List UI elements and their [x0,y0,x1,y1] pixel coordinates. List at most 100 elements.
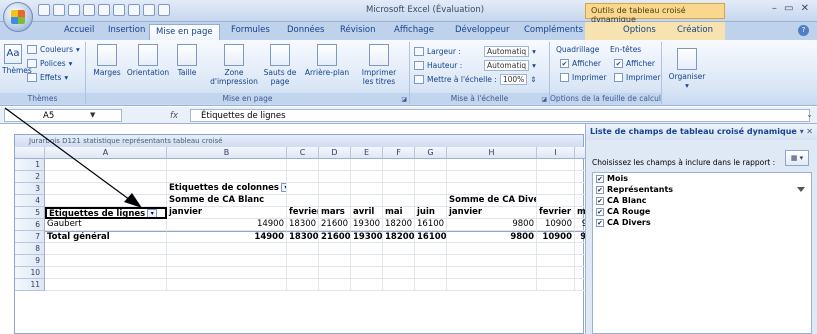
pane-controls[interactable]: ▾ ✕ [800,127,813,136]
width-select[interactable]: Automatiq [484,46,530,57]
cell-e9[interactable] [351,255,383,267]
cell-d1[interactable] [319,159,351,171]
cell-d4[interactable] [319,195,351,207]
gridlines-print-checkbox[interactable] [560,73,569,82]
row-header-11[interactable]: 11 [15,279,45,291]
row-header-2[interactable]: 2 [15,171,45,183]
cell-h7[interactable]: 9800 [447,231,537,243]
cell-i7[interactable]: 10900 [537,231,575,243]
cell-e8[interactable] [351,243,383,255]
column-header-f[interactable]: F [383,147,415,159]
filter-dropdown-icon[interactable]: ▾ [147,209,158,217]
margins-button[interactable]: Marges [92,44,122,77]
row-header-10[interactable]: 10 [15,267,45,279]
row-header-3[interactable]: 3 [15,183,45,195]
cell-a1[interactable] [45,159,167,171]
preview-icon[interactable] [98,4,110,16]
field-checkbox[interactable]: ✔ [596,185,604,194]
cell-i2[interactable] [537,171,575,183]
tab-donnees[interactable]: Données [287,25,324,35]
row-header-9[interactable]: 9 [15,255,45,267]
redo-icon[interactable] [128,4,140,16]
layout-button[interactable]: ▦ ▾ [785,150,809,166]
tab-creation[interactable]: Création [677,25,713,35]
cell-e7[interactable]: 19300 [351,231,383,243]
cell-c11[interactable] [287,279,319,291]
cell-f9[interactable] [383,255,415,267]
cell-h10[interactable] [447,267,537,279]
cell-d7[interactable]: 21600 [319,231,351,243]
cell-g4[interactable] [415,195,447,207]
cell-a8[interactable] [45,243,167,255]
tab-options[interactable]: Options [623,25,656,35]
cell-h5[interactable]: janvier [447,207,537,219]
cell-i4[interactable] [537,195,575,207]
open-icon[interactable] [53,4,65,16]
field-ca-blanc[interactable]: ✔ CA Blanc [593,195,811,206]
help-icon[interactable]: ? [798,25,809,36]
column-header-d[interactable]: D [319,147,351,159]
row-header-4[interactable]: 4 [15,195,45,207]
cell-f8[interactable] [383,243,415,255]
theme-effects-button[interactable]: Effets ▾ [27,73,68,82]
cell-a7[interactable]: Total général [45,231,167,243]
headings-print-checkbox[interactable] [614,73,623,82]
cell-c8[interactable] [287,243,319,255]
window-controls[interactable]: – ▭ ✕ [772,3,811,14]
column-header-c[interactable]: C [287,147,319,159]
cell-h1[interactable] [447,159,537,171]
cell-e2[interactable] [351,171,383,183]
height-select[interactable]: Automatiq [484,60,530,71]
row-header-7[interactable]: 7 [15,231,45,243]
cell-f7[interactable]: 18200 [383,231,415,243]
cell-f5[interactable]: mai [383,207,415,219]
save-icon[interactable] [68,4,80,16]
cell-d3[interactable] [319,183,351,195]
cell-a4[interactable] [45,195,167,207]
tab-complements[interactable]: Compléments [524,25,583,35]
cell-b1[interactable] [167,159,287,171]
cell-d2[interactable] [319,171,351,183]
field-representants[interactable]: ✔ Représentants [593,184,811,195]
print-icon[interactable] [83,4,95,16]
cell-c6[interactable]: 18300 [287,219,319,231]
column-header-g[interactable]: G [415,147,447,159]
theme-fonts-button[interactable]: Polices ▾ [27,59,72,68]
office-button[interactable] [3,2,33,32]
size-button[interactable]: Taille [174,44,200,77]
cell-b2[interactable] [167,171,287,183]
cell-c2[interactable] [287,171,319,183]
tab-revision[interactable]: Révision [340,25,376,35]
cell-b8[interactable] [167,243,287,255]
field-checkbox[interactable]: ✔ [596,207,604,216]
tab-affichage[interactable]: Affichage [394,25,434,35]
cell-b7[interactable]: 14900 [167,231,287,243]
cell-d5[interactable]: mars [319,207,351,219]
filter-icon[interactable] [797,187,805,192]
cell-e6[interactable]: 19300 [351,219,383,231]
chevron-down-icon[interactable]: ▼ [90,111,95,119]
chevron-down-icon[interactable]: ▾ [532,61,536,70]
cell-c10[interactable] [287,267,319,279]
cell-g7[interactable]: 16100 [415,231,447,243]
undo-icon[interactable] [113,4,125,16]
column-header-h[interactable]: H [447,147,537,159]
cell-g1[interactable] [415,159,447,171]
gridlines-show[interactable]: ✔ Afficher [560,59,601,68]
cell-e4[interactable] [351,195,383,207]
cell-i5[interactable]: fevrier [537,207,575,219]
tab-mise-en-page[interactable]: Mise en page [149,24,220,40]
field-ca-rouge[interactable]: ✔ CA Rouge [593,206,811,217]
gridlines-show-checkbox[interactable]: ✔ [560,59,569,68]
cell-g10[interactable] [415,267,447,279]
cell-h11[interactable] [447,279,537,291]
scale-input[interactable]: 100% [499,74,528,85]
cell-c1[interactable] [287,159,319,171]
cell-h3[interactable] [447,183,537,195]
cell-b9[interactable] [167,255,287,267]
cell-f11[interactable] [383,279,415,291]
sort-desc-icon[interactable] [158,4,170,16]
cell-c9[interactable] [287,255,319,267]
row-header-1[interactable]: 1 [15,159,45,171]
cell-g11[interactable] [415,279,447,291]
